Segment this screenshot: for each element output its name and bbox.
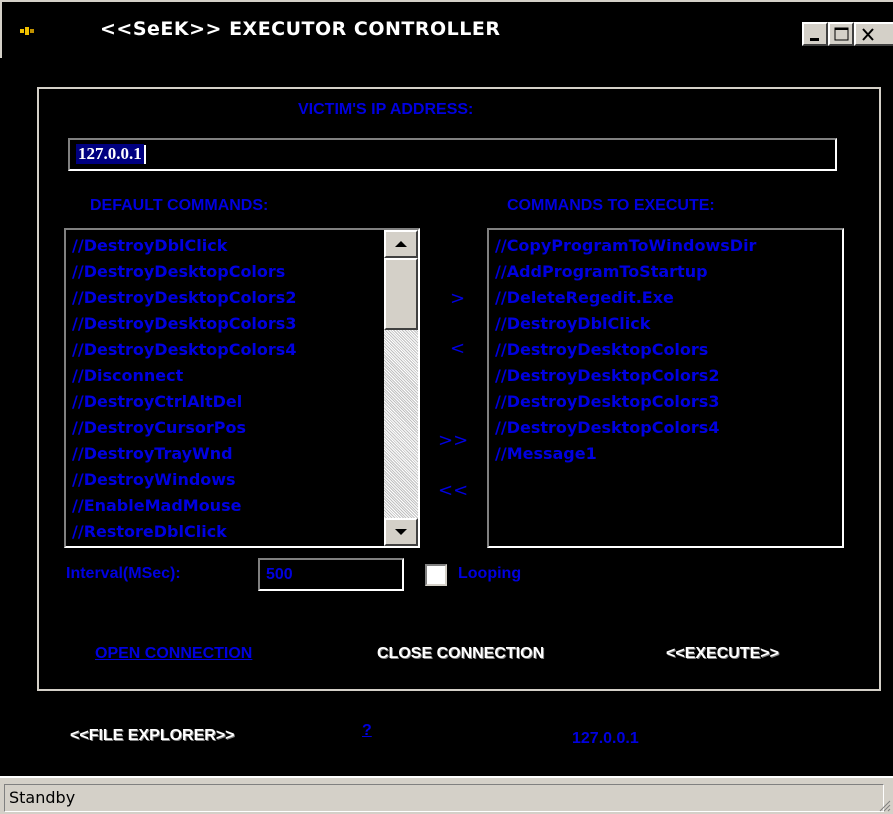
ip-address-value: 127.0.0.1 (76, 144, 144, 164)
add-all-commands-button[interactable]: >> (438, 430, 468, 451)
default-commands-scrollbar[interactable] (384, 230, 418, 546)
scroll-down-button[interactable] (384, 518, 418, 546)
close-icon (862, 28, 874, 41)
execute-button[interactable]: <<EXECUTE>> (666, 645, 779, 663)
close-button[interactable] (854, 22, 893, 46)
scroll-down-icon (395, 529, 407, 535)
list-item[interactable]: //DestroyDesktopColors3 (489, 389, 842, 415)
interval-input[interactable]: 500 (258, 558, 404, 591)
ip-address-input[interactable]: 127.0.0.1 (68, 138, 837, 171)
list-item[interactable]: //DestroyTrayWnd (66, 441, 418, 467)
list-item[interactable]: //DestroyDesktopColors4 (66, 337, 418, 363)
list-item[interactable]: //Message1 (489, 441, 842, 467)
default-commands-list[interactable]: //DestroyDblClick//DestroyDesktopColors /… (64, 228, 420, 548)
list-item[interactable]: //DestroyDesktopColors2 (489, 363, 842, 389)
resize-grip-icon[interactable] (877, 798, 891, 812)
help-link[interactable]: ? (362, 722, 372, 740)
list-item[interactable]: //CopyProgramToWindowsDir (489, 233, 842, 259)
maximize-button[interactable] (828, 22, 854, 46)
looping-label: Looping (458, 565, 522, 582)
scroll-thumb[interactable] (384, 258, 418, 330)
list-item[interactable]: //DestroyCursorPos (66, 415, 418, 441)
add-command-button[interactable]: > (450, 288, 465, 309)
list-item[interactable]: //DestroyDesktopColors (66, 259, 418, 285)
list-item[interactable]: //AddProgramToStartup (489, 259, 842, 285)
commands-to-execute-list[interactable]: //CopyProgramToWindowsDir//AddProgramToS… (487, 228, 844, 548)
title-bar[interactable]: <<SeEK>> EXECUTOR CONTROLLER (0, 0, 893, 58)
scroll-up-icon (395, 241, 407, 247)
scroll-up-button[interactable] (384, 230, 418, 258)
list-item[interactable]: //DestroyDesktopColors2 (66, 285, 418, 311)
text-caret (143, 145, 146, 165)
list-item[interactable]: //RestoreDblClick (66, 519, 418, 545)
list-item[interactable]: //DestroyDesktopColors3 (66, 311, 418, 337)
minimize-button[interactable] (802, 22, 828, 46)
interval-label: Interval(MSec): (66, 565, 181, 582)
list-item[interactable]: //DestroyWindows (66, 467, 418, 493)
file-explorer-button[interactable]: <<FILE EXPLORER>> (70, 727, 235, 745)
list-item[interactable]: //EnableMadMouse (66, 493, 418, 519)
list-item[interactable]: //DestroyDesktopColors (489, 337, 842, 363)
status-pane: Standby (4, 784, 884, 812)
close-connection-button[interactable]: CLOSE CONNECTION (377, 645, 544, 663)
status-bar: Standby (0, 776, 893, 814)
list-item[interactable]: //DestroyCtrlAltDel (66, 389, 418, 415)
maximize-icon (834, 27, 849, 41)
minimize-icon (810, 38, 819, 41)
list-item[interactable]: //DestroyDblClick (66, 233, 418, 259)
commands-to-execute-label: COMMANDS TO EXECUTE: (507, 197, 715, 214)
open-connection-button[interactable]: OPEN CONNECTION (95, 645, 252, 663)
executor-controller-window: <<SeEK>> EXECUTOR CONTROLLER VICTIM'S IP… (0, 0, 893, 814)
list-item[interactable]: //DestroyDblClick (489, 311, 842, 337)
ip-display: 127.0.0.1 (572, 730, 639, 747)
window-title: <<SeEK>> EXECUTOR CONTROLLER (100, 18, 501, 40)
status-text: Standby (9, 788, 76, 807)
ip-address-label: VICTIM'S IP ADDRESS: (298, 101, 474, 118)
remove-all-commands-button[interactable]: << (438, 480, 468, 501)
list-item[interactable]: //Disconnect (66, 363, 418, 389)
remove-command-button[interactable]: < (450, 338, 465, 359)
list-item[interactable]: //DestroyDesktopColors4 (489, 415, 842, 441)
looping-checkbox[interactable] (425, 564, 447, 586)
default-commands-label: DEFAULT COMMANDS: (90, 197, 269, 214)
app-icon (20, 27, 34, 35)
list-item[interactable]: //DeleteRegedit.Exe (489, 285, 842, 311)
